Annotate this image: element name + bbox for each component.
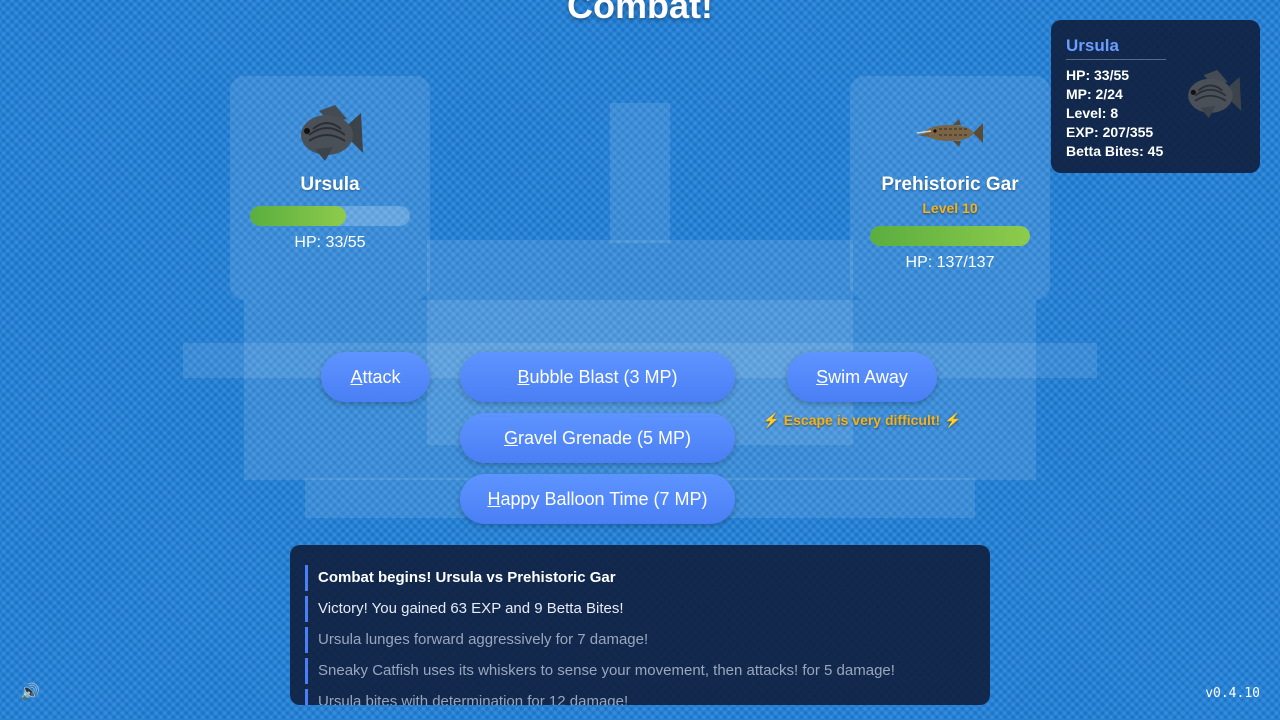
enemy-card: Prehistoric Gar Level 10 HP: 137/137 [850,76,1050,300]
log-entry: Victory! You gained 63 EXP and 9 Betta B… [305,596,624,622]
log-entry: Sneaky Catfish uses its whiskers to sens… [305,658,895,684]
attack-button[interactable]: Attack [321,352,430,402]
hotkey-h: H [487,488,501,509]
player-card: Ursula HP: 33/55 [230,76,430,300]
status-stats: HP: 33/55 MP: 2/24 Level: 8 EXP: 207/355… [1066,66,1163,161]
status-mp: MP: 2/24 [1066,86,1123,102]
status-exp: EXP: 207/355 [1066,124,1154,140]
player-hp-text: HP: 33/55 [294,234,366,251]
player-hp-bar [250,206,410,226]
combat-log[interactable]: Combat begins! Ursula vs Prehistoric Gar… [290,545,990,705]
status-name: Ursula [1066,36,1119,55]
log-entry: Combat begins! Ursula vs Prehistoric Gar [305,565,616,591]
hotkey-s: S [816,366,829,387]
swim-away-button[interactable]: Swim Away [787,352,937,402]
enemy-hp-fill [870,226,1030,246]
speaker-icon[interactable]: 🔊 [20,682,40,702]
water-highlight [610,103,670,243]
swim-away-label: wim Away [828,366,908,387]
status-divider [1066,59,1166,60]
enemy-hp-text: HP: 137/137 [905,254,995,271]
player-hp-fill [250,206,346,226]
enemy-hp-bar [870,226,1030,246]
status-hp: HP: 33/55 [1066,67,1130,83]
version-label: v0.4.10 [1205,686,1260,701]
bubble-blast-button[interactable]: Bubble Blast (3 MP) [460,352,735,402]
enemy-level: Level 10 [922,200,978,216]
happy-balloon-time-button[interactable]: Happy Balloon Time (7 MP) [460,474,735,524]
attack-label: ttack [362,366,401,387]
happy-balloon-label: appy Balloon Time (7 MP) [500,488,708,509]
status-betta-bites: Betta Bites: 45 [1066,143,1164,159]
hotkey-g: G [503,427,518,448]
log-entry: Ursula lunges forward aggressively for 7… [305,627,648,653]
status-panel: Ursula HP: 33/55 MP: 2/24 Level: 8 EXP: … [1051,20,1260,173]
bubble-blast-label: ubble Blast (3 MP) [529,366,678,387]
gar-fish-sprite [850,98,1050,168]
hotkey-b: B [517,366,530,387]
log-entry: Ursula bites with determination for 12 d… [305,689,628,705]
status-fish-sprite [1183,68,1243,125]
enemy-name: Prehistoric Gar [881,174,1019,195]
escape-warning: ⚡ Escape is very difficult! ⚡ [762,412,962,428]
player-name: Ursula [300,174,360,195]
gravel-grenade-label: ravel Grenade (5 MP) [517,427,692,448]
hotkey-a: A [350,366,363,387]
status-level: Level: 8 [1066,105,1119,121]
gravel-grenade-button[interactable]: Gravel Grenade (5 MP) [460,413,735,463]
betta-fish-sprite [230,98,430,168]
